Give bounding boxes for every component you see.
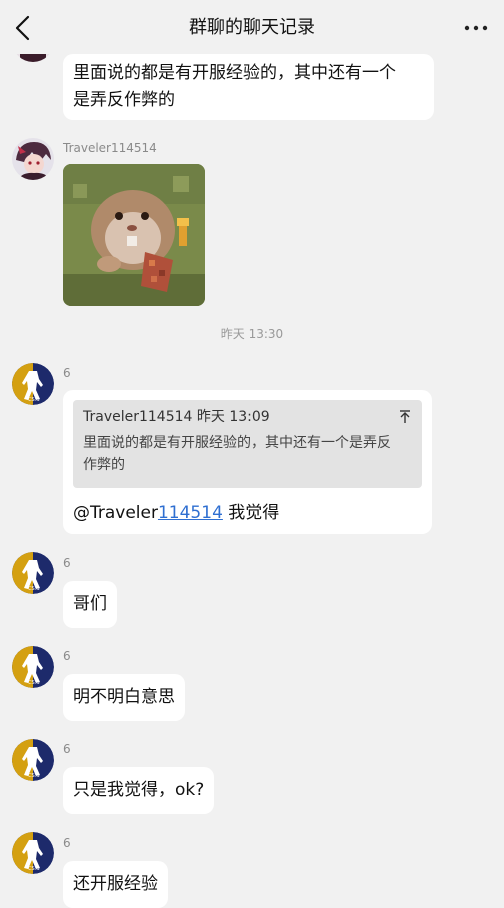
message-text: 还开服经验 bbox=[73, 874, 158, 894]
cs-logo-avatar-icon: CS:S bbox=[12, 552, 54, 594]
message-text: 只是我觉得，ok? bbox=[73, 780, 205, 800]
message-text: 明不明白意思 bbox=[73, 687, 175, 707]
message-text: 是弄反作弊的 bbox=[73, 90, 175, 110]
avatar[interactable]: CS:S bbox=[12, 646, 54, 688]
hamster-sticker-icon bbox=[63, 164, 205, 306]
sender-name: Traveler114514 bbox=[63, 141, 157, 155]
message-bubble[interactable]: 哥们 bbox=[63, 581, 117, 628]
mention-link[interactable]: 114514 bbox=[158, 503, 223, 523]
svg-text:CS:S: CS:S bbox=[28, 866, 40, 872]
message-bubble[interactable]: 还开服经验 bbox=[63, 861, 168, 908]
message-bubble[interactable]: 只是我觉得，ok? bbox=[63, 767, 215, 814]
cs-logo-avatar-icon: CS:S bbox=[12, 739, 54, 781]
timestamp: 昨天 13:30 bbox=[220, 327, 284, 341]
image-message[interactable] bbox=[63, 164, 205, 306]
sender-name: 6 bbox=[63, 836, 71, 850]
quote-header: Traveler114514 昨天 13:09 bbox=[83, 407, 412, 427]
more-dots-icon[interactable] bbox=[462, 16, 490, 40]
sender-name: 6 bbox=[63, 366, 71, 380]
sender-name: 6 bbox=[63, 742, 71, 756]
message-bubble[interactable]: 里面说的都是有开服经验的，其中还有一个 是弄反作弊的 bbox=[63, 54, 434, 120]
svg-text:CS:S: CS:S bbox=[28, 586, 40, 592]
quoted-message[interactable]: Traveler114514 昨天 13:09 里面说的都是有开服经验的，其中还… bbox=[73, 400, 422, 488]
avatar[interactable]: CS:S bbox=[12, 552, 54, 594]
message-text: 哥们 bbox=[73, 594, 107, 614]
message-bubble[interactable]: 明不明白意思 bbox=[63, 674, 185, 721]
reply-text: @Traveler114514 我觉得 bbox=[73, 500, 279, 526]
sender-name: 6 bbox=[63, 556, 71, 570]
svg-text:CS:S: CS:S bbox=[28, 773, 40, 779]
message-text: 里面说的都是有开服经验的，其中还有一个 bbox=[73, 63, 396, 83]
cs-logo-avatar-icon: CS:S bbox=[12, 646, 54, 688]
quote-text-line: 作弊的 bbox=[83, 457, 125, 473]
reply-message-bubble[interactable]: Traveler114514 昨天 13:09 里面说的都是有开服经验的，其中还… bbox=[63, 390, 432, 534]
scroll-to-top-icon[interactable] bbox=[398, 409, 412, 425]
quote-time: 昨天 13:09 bbox=[196, 409, 270, 425]
svg-text:CS:S: CS:S bbox=[28, 397, 40, 403]
cs-logo-avatar-icon: CS:S bbox=[12, 363, 54, 405]
avatar[interactable] bbox=[12, 138, 54, 180]
top-bar: 群聊的聊天记录 bbox=[0, 0, 504, 54]
avatar[interactable]: CS:S bbox=[12, 739, 54, 781]
mention-prefix: @Traveler bbox=[73, 503, 158, 523]
page-title: 群聊的聊天记录 bbox=[189, 17, 315, 38]
quote-author: Traveler114514 bbox=[83, 409, 193, 425]
mention-suffix: 我觉得 bbox=[222, 503, 280, 523]
anime-avatar-icon bbox=[12, 138, 54, 180]
avatar[interactable]: CS:S bbox=[12, 363, 54, 405]
avatar[interactable]: CS:S bbox=[12, 832, 54, 874]
quote-text-line: 里面说的都是有开服经验的，其中还有一个是弄反 bbox=[83, 435, 391, 451]
svg-text:CS:S: CS:S bbox=[28, 680, 40, 686]
sender-name: 6 bbox=[63, 649, 71, 663]
quote-text: 里面说的都是有开服经验的，其中还有一个是弄反 作弊的 bbox=[83, 432, 412, 476]
cs-logo-avatar-icon: CS:S bbox=[12, 832, 54, 874]
